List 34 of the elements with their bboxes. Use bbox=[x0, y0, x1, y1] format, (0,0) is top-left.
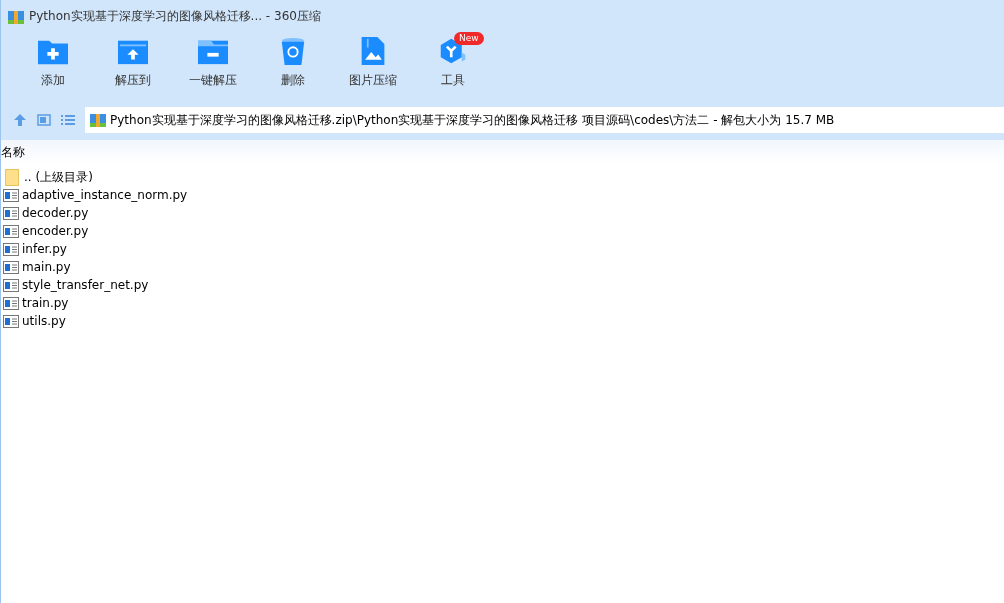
toolbar-button[interactable]: 一键解压 bbox=[173, 33, 253, 95]
new-badge: New bbox=[454, 32, 484, 45]
file-name[interactable]: train.py bbox=[22, 296, 69, 310]
toolbar-button[interactable]: 解压到 bbox=[93, 33, 173, 95]
file-name[interactable]: main.py bbox=[22, 260, 71, 274]
file-icon bbox=[3, 296, 19, 310]
file-icon bbox=[3, 188, 19, 202]
folder-icon bbox=[5, 168, 19, 186]
toolbar-button[interactable]: 图片压缩 bbox=[333, 33, 413, 95]
archive-icon bbox=[8, 8, 24, 25]
thumbnail-view-icon[interactable] bbox=[37, 113, 51, 127]
file-name[interactable]: decoder.py bbox=[22, 206, 89, 220]
file-icon bbox=[3, 224, 19, 238]
file-name[interactable]: .. (上级目录) bbox=[24, 168, 93, 186]
list-view-icon[interactable] bbox=[61, 113, 75, 127]
column-header[interactable]: 名称 bbox=[1, 144, 25, 161]
toolbar-button[interactable]: New 工具 bbox=[413, 33, 493, 95]
file-name[interactable]: adaptive_instance_norm.py bbox=[22, 188, 188, 202]
file-icon bbox=[3, 278, 19, 292]
file-icon bbox=[3, 260, 19, 274]
file-icon bbox=[3, 314, 19, 328]
file-icon bbox=[3, 206, 19, 220]
window-title: Python实现基于深度学习的图像风格迁移... - 360压缩 bbox=[29, 8, 321, 25]
file-name[interactable]: encoder.py bbox=[22, 224, 89, 238]
file-icon bbox=[3, 242, 19, 256]
file-name[interactable]: style_transfer_net.py bbox=[22, 278, 149, 292]
up-arrow-icon[interactable] bbox=[13, 113, 27, 127]
file-name[interactable]: infer.py bbox=[22, 242, 67, 256]
file-name[interactable]: utils.py bbox=[22, 314, 66, 328]
address-path: Python实现基于深度学习的图像风格迁移.zip\Python实现基于深度学习的图像风格迁移 项目源码\codes\方法二 - 解包大小为 15.7 MB bbox=[110, 111, 835, 129]
toolbar-button[interactable]: 添加 bbox=[13, 33, 93, 95]
address-bar[interactable]: Python实现基于深度学习的图像风格迁移.zip\Python实现基于深度学习的图像风格迁移 项目源码\codes\方法二 - 解包大小为 15.7 MB bbox=[85, 107, 1004, 133]
toolbar-button[interactable]: 删除 bbox=[253, 33, 333, 95]
archive-icon bbox=[90, 112, 106, 128]
